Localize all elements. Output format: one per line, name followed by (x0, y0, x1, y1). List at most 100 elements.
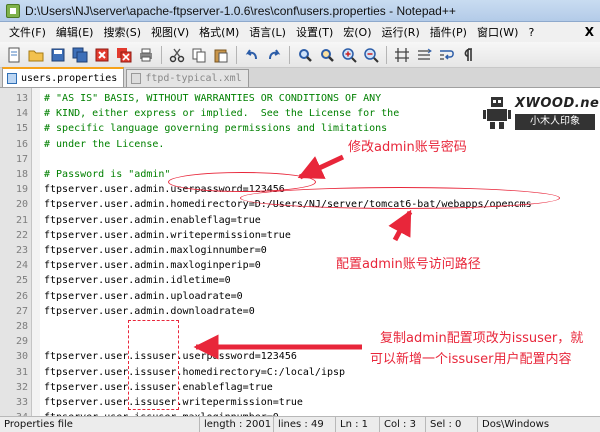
line-number: 17 (15, 153, 28, 165)
menu-macro[interactable]: 宏(O) (338, 24, 376, 40)
path-highlight-ellipse (240, 187, 560, 209)
line-number: 15 (15, 123, 28, 135)
status-col: Col : 3 (380, 416, 426, 432)
editor-line[interactable]: 24 ftpserver.user.admin.maxloginperip=0 (0, 258, 600, 273)
menu-settings[interactable]: 设置(T) (291, 24, 338, 40)
tab-ftpd-typical-xml[interactable]: ftpd-typical.xml (126, 69, 249, 87)
code-text: ftpserver.user.admin.writepermission=tru… (44, 229, 291, 241)
toolbar-separator (289, 45, 290, 64)
menu-file[interactable]: 文件(F) (4, 24, 51, 40)
close-icon[interactable] (92, 45, 112, 65)
code-text: ftpserver.user.admin.uploadrate=0 (44, 290, 243, 302)
line-number: 25 (15, 275, 28, 287)
status-ln: Ln : 1 (336, 416, 380, 432)
menu-search[interactable]: 搜索(S) (98, 24, 146, 40)
save-icon[interactable] (48, 45, 68, 65)
status-sel: Sel : 0 (426, 416, 478, 432)
line-number: 23 (15, 245, 28, 256)
zoom-out-icon[interactable] (361, 45, 381, 65)
code-text: ftpserver.user.issuser.homedirectory=C:/… (44, 366, 346, 378)
paste-icon[interactable] (211, 45, 231, 65)
editor-line[interactable]: 27 ftpserver.user.admin.downloadrate=0 (0, 304, 600, 319)
watermark-subtitle: 小木人印象 (515, 114, 595, 130)
save-all-icon[interactable] (70, 45, 90, 65)
code-text: ftpserver.user.admin.maxloginnumber=0 (44, 245, 267, 256)
close-all-icon[interactable] (114, 45, 134, 65)
annotation-copy-line2: 可以新增一个issuser用户配置内容 (370, 352, 572, 367)
tab-users-properties[interactable]: users.properties (2, 67, 125, 87)
line-number: 33 (15, 397, 28, 408)
show-all-chars-icon[interactable] (458, 45, 478, 65)
status-bar: Properties file length : 2001 lines : 49… (0, 416, 600, 432)
code-text: # specific language governing permission… (44, 123, 388, 135)
sync-horizontal-icon[interactable] (414, 45, 434, 65)
line-number: 16 (15, 138, 28, 150)
code-text: ftpserver.user.admin.downloadrate=0 (44, 305, 255, 317)
editor-line[interactable]: 32 ftpserver.user.issuser.enableflag=true (0, 380, 600, 395)
cut-icon[interactable] (167, 45, 187, 65)
notepadpp-app-icon (6, 3, 20, 18)
line-number: 14 (15, 108, 28, 120)
toolbar-separator (386, 45, 387, 64)
menu-window[interactable]: 窗口(W) (472, 24, 523, 40)
menu-format[interactable]: 格式(M) (194, 24, 244, 40)
editor-line[interactable]: 16 # under the License. (0, 137, 600, 152)
code-text: ftpserver.user.admin.enableflag=true (44, 214, 261, 226)
menu-edit[interactable]: 编辑(E) (51, 24, 99, 40)
tab-label: ftpd-typical.xml (145, 73, 242, 84)
file-icon (7, 72, 17, 84)
editor-line[interactable]: 22 ftpserver.user.admin.writepermission=t… (0, 228, 600, 243)
new-file-icon[interactable] (4, 45, 24, 65)
line-number: 29 (15, 336, 28, 348)
print-icon[interactable] (136, 45, 156, 65)
line-number: 22 (15, 229, 28, 241)
annotation-path: 配置admin账号访问路径 (336, 257, 481, 272)
menu-plugins[interactable]: 插件(P) (425, 24, 472, 40)
line-number: 20 (15, 199, 28, 211)
line-number: 26 (15, 290, 28, 302)
annotation-password: 修改admin账号密码 (348, 140, 467, 155)
status-eol: Dos\Windows (482, 418, 550, 430)
editor-line[interactable]: 21 ftpserver.user.admin.enableflag=true (0, 213, 600, 228)
editor-line[interactable]: 17 (0, 152, 600, 167)
code-text: ftpserver.user.admin.idletime=0 (44, 275, 231, 287)
sync-vertical-icon[interactable] (392, 45, 412, 65)
find-icon[interactable] (295, 45, 315, 65)
status-length: length : 2001 (200, 416, 274, 432)
line-number: 21 (15, 214, 28, 226)
annotation-copy-line1: 复制admin配置项改为issuser，就 (380, 331, 584, 346)
code-text: # under the License. (44, 138, 165, 150)
toolbar-separator (161, 45, 162, 64)
tab-label: users.properties (21, 72, 118, 84)
code-text: # "AS IS" BASIS, WITHOUT WARRANTIES OR C… (44, 93, 382, 104)
menu-view[interactable]: 视图(V) (146, 24, 194, 40)
undo-icon[interactable] (242, 45, 262, 65)
menu-run[interactable]: 运行(R) (377, 24, 425, 40)
status-file-type: Properties file (0, 416, 200, 432)
line-number: 32 (15, 381, 28, 393)
zoom-in-icon[interactable] (339, 45, 359, 65)
redo-icon[interactable] (264, 45, 284, 65)
replace-icon[interactable] (317, 45, 337, 65)
watermark: XWOOD.net 小木人印象 (482, 96, 600, 134)
line-number: 18 (15, 169, 28, 180)
window-title: D:\Users\NJ\server\apache-ftpserver-1.0.… (25, 3, 456, 18)
editor-line[interactable]: 25 ftpserver.user.admin.idletime=0 (0, 273, 600, 288)
line-number: 24 (15, 260, 28, 272)
robot-logo-icon (483, 97, 511, 129)
close-document-button[interactable]: X (585, 25, 594, 39)
copy-icon[interactable] (189, 45, 209, 65)
toolbar (0, 42, 600, 68)
line-number: 30 (15, 351, 28, 363)
title-bar: D:\Users\NJ\server\apache-ftpserver-1.0.… (0, 0, 600, 22)
line-number: 28 (15, 321, 28, 332)
word-wrap-icon[interactable] (436, 45, 456, 65)
menu-help[interactable]: ? (523, 26, 539, 39)
open-file-icon[interactable] (26, 45, 46, 65)
watermark-brand: XWOOD.net (515, 96, 600, 111)
document-tab-bar: users.properties ftpd-typical.xml (0, 67, 600, 88)
editor-line[interactable]: 26 ftpserver.user.admin.uploadrate=0 (0, 289, 600, 304)
menu-language[interactable]: 语言(L) (244, 24, 291, 40)
editor-line[interactable]: 33 ftpserver.user.issuser.writepermission… (0, 395, 600, 410)
editor-line[interactable]: 23 ftpserver.user.admin.maxloginnumber=0 (0, 243, 600, 258)
